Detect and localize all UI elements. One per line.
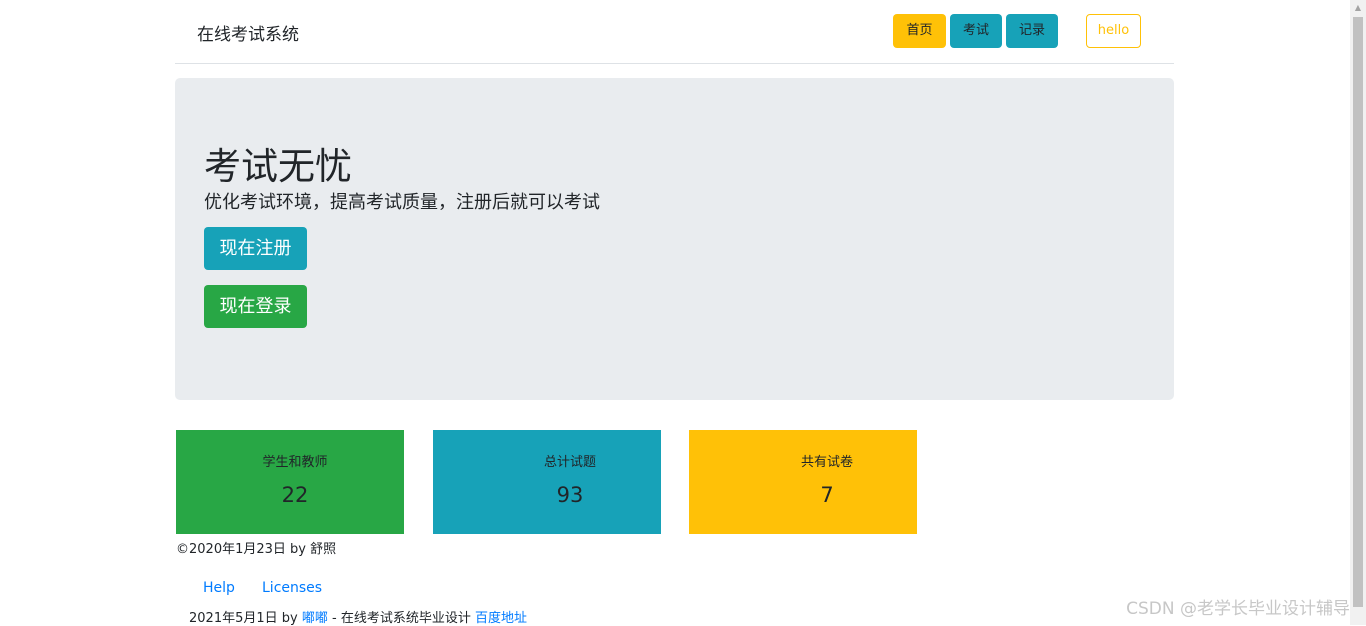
copyright-text: ©2020年1月23日 by 舒照: [176, 542, 337, 557]
hero-title: 考试无忧: [204, 145, 352, 188]
licenses-link[interactable]: Licenses: [262, 580, 322, 596]
stat-card-papers: 共有试卷 7: [689, 430, 917, 534]
stat-card-questions: 总计试题 93: [433, 430, 661, 534]
nav-record-button[interactable]: 记录: [1006, 14, 1058, 48]
scrollbar-thumb[interactable]: [1353, 17, 1363, 607]
baidu-address-link[interactable]: 百度地址: [475, 611, 527, 626]
vertical-scrollbar[interactable]: ▲: [1350, 0, 1366, 625]
brand-title[interactable]: 在线考试系统: [197, 20, 299, 45]
scroll-up-arrow-icon[interactable]: ▲: [1350, 0, 1366, 16]
user-hello-button[interactable]: hello: [1086, 14, 1141, 48]
top-navbar: 在线考试系统 首页 考试 记录 hello: [175, 0, 1174, 64]
hero-jumbotron: 考试无忧 优化考试环境，提高考试质量，注册后就可以考试 现在注册 现在登录: [175, 78, 1174, 400]
stat-value: 93: [556, 483, 584, 507]
nav-home-button[interactable]: 首页: [893, 14, 946, 48]
register-button[interactable]: 现在注册: [204, 227, 307, 270]
csdn-watermark: CSDN @老学长毕业设计辅导: [1126, 599, 1350, 619]
stat-label: 总计试题: [543, 455, 596, 470]
page: 在线考试系统 首页 考试 记录 hello 考试无忧 优化考试环境，提高考试质量…: [0, 0, 1350, 626]
stat-card-users: 学生和教师 22: [176, 430, 404, 534]
footer-credit-middle: - 在线考试系统毕业设计: [327, 611, 475, 626]
login-button[interactable]: 现在登录: [204, 285, 307, 328]
help-link[interactable]: Help: [203, 580, 235, 596]
author-link[interactable]: 嘟嘟: [302, 611, 328, 626]
nav-exam-button[interactable]: 考试: [950, 14, 1002, 48]
stat-label: 学生和教师: [262, 455, 328, 470]
stat-value: 22: [281, 483, 309, 507]
stat-label: 共有试卷: [800, 455, 853, 470]
hero-subtitle: 优化考试环境，提高考试质量，注册后就可以考试: [204, 192, 600, 213]
footer-credit: 2021年5月1日 by 嘟嘟 - 在线考试系统毕业设计 百度地址: [189, 607, 527, 626]
footer-credit-prefix: 2021年5月1日 by: [189, 611, 302, 626]
stat-value: 7: [820, 483, 834, 507]
